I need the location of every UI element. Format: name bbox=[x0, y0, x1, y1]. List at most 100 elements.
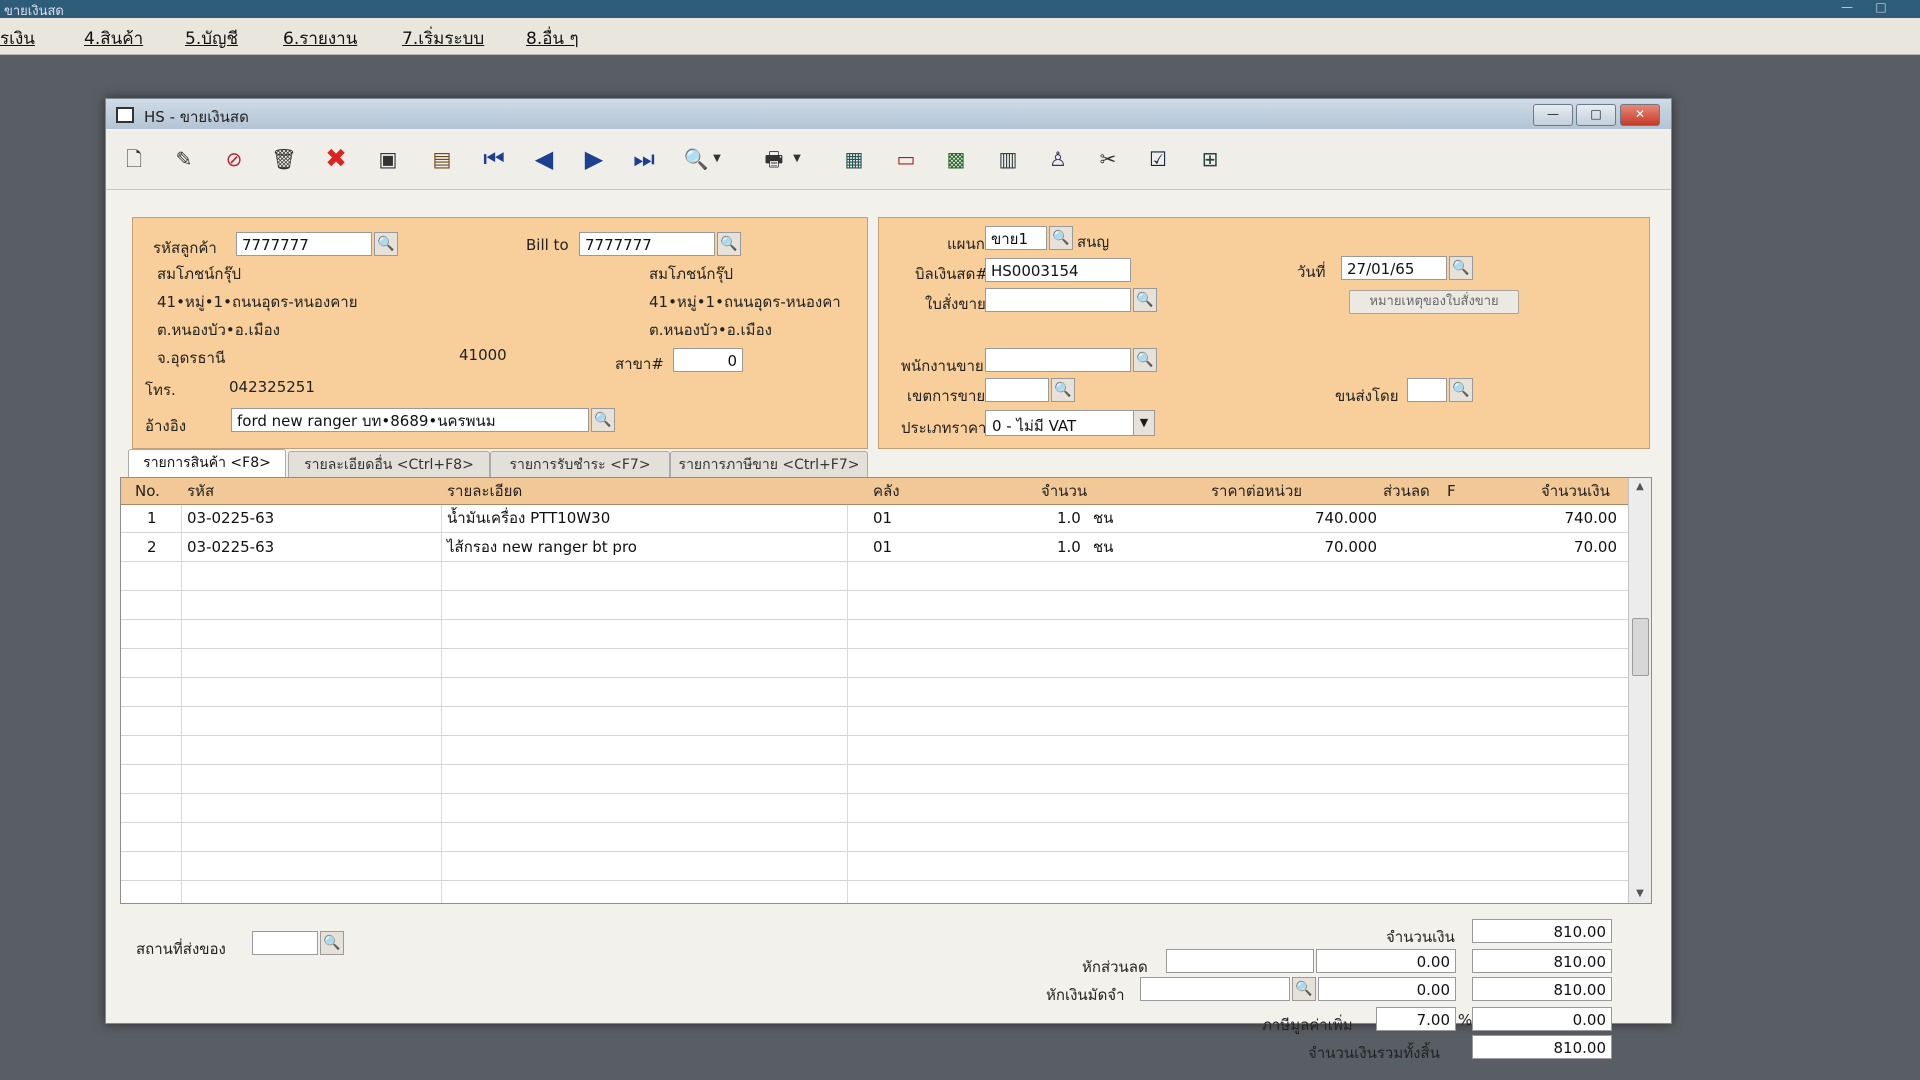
billto-search-icon[interactable]: 🔍 bbox=[717, 232, 741, 256]
bill-number-input[interactable]: HS0003154 bbox=[985, 258, 1131, 282]
print-dropdown-icon[interactable]: ▼ bbox=[790, 141, 804, 177]
tab-items[interactable]: รายการสินค้า <F8> bbox=[128, 449, 286, 479]
monitor-icon[interactable]: ▭ bbox=[888, 141, 924, 177]
printer-icon[interactable]: 🖶 bbox=[756, 141, 792, 177]
sales-area-input[interactable] bbox=[985, 378, 1049, 402]
taskbar-minimize-icon[interactable]: — bbox=[1836, 0, 1858, 16]
col-discount[interactable]: ส่วนลด bbox=[1383, 478, 1430, 504]
empty-row[interactable] bbox=[121, 707, 1628, 736]
table-row[interactable]: 1 03-0225-63 น้ำมันเครื่อง PTT10W30 01 1… bbox=[121, 504, 1628, 533]
row-quantity: 1.0 bbox=[1057, 538, 1081, 556]
void-document-icon[interactable]: ⊘ bbox=[216, 141, 252, 177]
scroll-thumb[interactable] bbox=[1632, 618, 1649, 676]
discount-value[interactable]: 0.00 bbox=[1316, 949, 1456, 973]
barcode-icon[interactable]: ▦ bbox=[836, 141, 872, 177]
next-record-icon[interactable]: ▶ bbox=[576, 141, 612, 177]
maximize-button[interactable]: □ bbox=[1576, 104, 1616, 126]
user-ok-icon[interactable]: ♙ bbox=[1040, 141, 1076, 177]
customer-search-icon[interactable]: 🔍 bbox=[374, 232, 398, 256]
empty-row[interactable] bbox=[121, 620, 1628, 649]
empty-row[interactable] bbox=[121, 649, 1628, 678]
menu-item-products[interactable]: 4.สินค้า bbox=[84, 25, 143, 52]
menu-item-finance[interactable]: รเงิน bbox=[0, 25, 35, 52]
col-description[interactable]: รายละเอียด bbox=[447, 478, 522, 504]
deposit-value[interactable]: 0.00 bbox=[1318, 977, 1456, 1001]
books-icon[interactable]: ▤ bbox=[424, 141, 460, 177]
network-icon[interactable]: ⊞ bbox=[1192, 141, 1228, 177]
delete-trash-icon[interactable]: 🗑 bbox=[266, 141, 302, 177]
shipping-search-icon[interactable]: 🔍 bbox=[1449, 378, 1473, 402]
ok-icon[interactable]: ☑ bbox=[1140, 141, 1176, 177]
discount-text-input[interactable] bbox=[1166, 949, 1314, 973]
sales-order-input[interactable] bbox=[985, 288, 1131, 312]
menu-item-reports[interactable]: 6.รายงาน bbox=[283, 25, 357, 52]
window-titlebar[interactable]: HS - ขายเงินสด — □ ✕ bbox=[106, 99, 1671, 129]
search-document-icon[interactable]: 🔍 bbox=[678, 141, 714, 177]
reference-input[interactable]: ford new ranger บท•8689•นครพนม bbox=[231, 408, 589, 432]
branch-input[interactable]: 0 bbox=[673, 348, 743, 372]
deposit-text-input[interactable] bbox=[1140, 977, 1290, 1001]
after-discount-value: 810.00 bbox=[1472, 949, 1612, 973]
order-note-button[interactable]: หมายเหตุของใบสั่งขาย bbox=[1349, 290, 1519, 314]
scroll-up-icon[interactable]: ▲ bbox=[1629, 478, 1651, 496]
empty-row[interactable] bbox=[121, 562, 1628, 591]
save-icon[interactable]: ▣ bbox=[370, 141, 406, 177]
deposit-label: หักเงินมัดจำ bbox=[1046, 986, 1125, 1004]
empty-row[interactable] bbox=[121, 736, 1628, 765]
delivery-place-input[interactable] bbox=[252, 931, 318, 955]
menu-item-accounts[interactable]: 5.บัญชี bbox=[185, 25, 238, 52]
tab-payments[interactable]: รายการรับชำระ <F7> bbox=[490, 451, 670, 478]
empty-row[interactable] bbox=[121, 765, 1628, 794]
items-grid[interactable]: No. รหัส รายละเอียด คลัง จำนวน ราคาต่อหน… bbox=[120, 477, 1652, 904]
menu-item-others[interactable]: 8.อื่น ๆ bbox=[526, 25, 579, 52]
customer-code-input[interactable]: 7777777 bbox=[236, 232, 372, 256]
calculator-icon[interactable]: ▩ bbox=[938, 141, 974, 177]
col-unit-price[interactable]: ราคาต่อหน่วย bbox=[1211, 478, 1302, 504]
new-document-icon[interactable]: 🗋 bbox=[116, 141, 152, 177]
empty-row[interactable] bbox=[121, 794, 1628, 823]
sales-order-search-icon[interactable]: 🔍 bbox=[1133, 288, 1157, 312]
department-search-icon[interactable]: 🔍 bbox=[1049, 226, 1073, 250]
delivery-place-search-icon[interactable]: 🔍 bbox=[320, 931, 344, 955]
edit-document-icon[interactable]: ✎ bbox=[166, 141, 202, 177]
table-row[interactable]: 2 03-0225-63 ไส้กรอง new ranger bt pro 0… bbox=[121, 533, 1628, 562]
department-input[interactable]: ขาย1 bbox=[985, 226, 1047, 250]
scroll-down-icon[interactable]: ▼ bbox=[1629, 885, 1651, 903]
billto-code-input[interactable]: 7777777 bbox=[579, 232, 715, 256]
calendar-icon[interactable]: ▥ bbox=[990, 141, 1026, 177]
close-button[interactable]: ✕ bbox=[1620, 104, 1660, 126]
sales-area-search-icon[interactable]: 🔍 bbox=[1051, 378, 1075, 402]
scissors-icon[interactable]: ✂ bbox=[1090, 141, 1126, 177]
price-type-select[interactable]: 0 - ไม่มี VAT ▼ bbox=[985, 410, 1155, 436]
col-warehouse[interactable]: คลัง bbox=[873, 478, 900, 504]
vertical-scrollbar[interactable]: ▲ ▼ bbox=[1628, 478, 1651, 903]
cancel-icon[interactable]: ✖ bbox=[318, 141, 354, 177]
menu-item-setup[interactable]: 7.เริ่มระบบ bbox=[402, 25, 484, 52]
tab-sales-tax[interactable]: รายการภาษีขาย <Ctrl+F7> bbox=[670, 451, 868, 478]
date-picker-icon[interactable]: 🔍 bbox=[1449, 256, 1473, 280]
taskbar-restore-icon[interactable]: □ bbox=[1870, 0, 1892, 16]
date-input[interactable]: 27/01/65 bbox=[1341, 256, 1447, 280]
col-no[interactable]: No. bbox=[135, 478, 160, 504]
col-quantity[interactable]: จำนวน bbox=[1041, 478, 1087, 504]
deposit-search-icon[interactable]: 🔍 bbox=[1292, 977, 1316, 1001]
empty-row[interactable] bbox=[121, 678, 1628, 707]
salesman-search-icon[interactable]: 🔍 bbox=[1133, 348, 1157, 372]
chevron-down-icon[interactable]: ▼ bbox=[1133, 411, 1154, 435]
search-dropdown-icon[interactable]: ▼ bbox=[710, 141, 724, 177]
minimize-button[interactable]: — bbox=[1533, 104, 1573, 126]
tab-other-details[interactable]: รายละเอียดอื่น <Ctrl+F8> bbox=[288, 451, 490, 478]
empty-row[interactable] bbox=[121, 852, 1628, 881]
col-flag[interactable]: F bbox=[1447, 478, 1456, 504]
last-record-icon[interactable]: ⏭ bbox=[626, 141, 662, 177]
shipping-input[interactable] bbox=[1407, 378, 1447, 402]
col-code[interactable]: รหัส bbox=[187, 478, 214, 504]
empty-row[interactable] bbox=[121, 591, 1628, 620]
reference-search-icon[interactable]: 🔍 bbox=[591, 408, 615, 432]
col-amount[interactable]: จำนวนเงิน bbox=[1541, 478, 1610, 504]
vat-rate-input[interactable]: 7.00 bbox=[1376, 1007, 1456, 1031]
empty-row[interactable] bbox=[121, 823, 1628, 852]
previous-record-icon[interactable]: ◀ bbox=[526, 141, 562, 177]
salesman-input[interactable] bbox=[985, 348, 1131, 372]
first-record-icon[interactable]: ⏮ bbox=[476, 141, 512, 177]
